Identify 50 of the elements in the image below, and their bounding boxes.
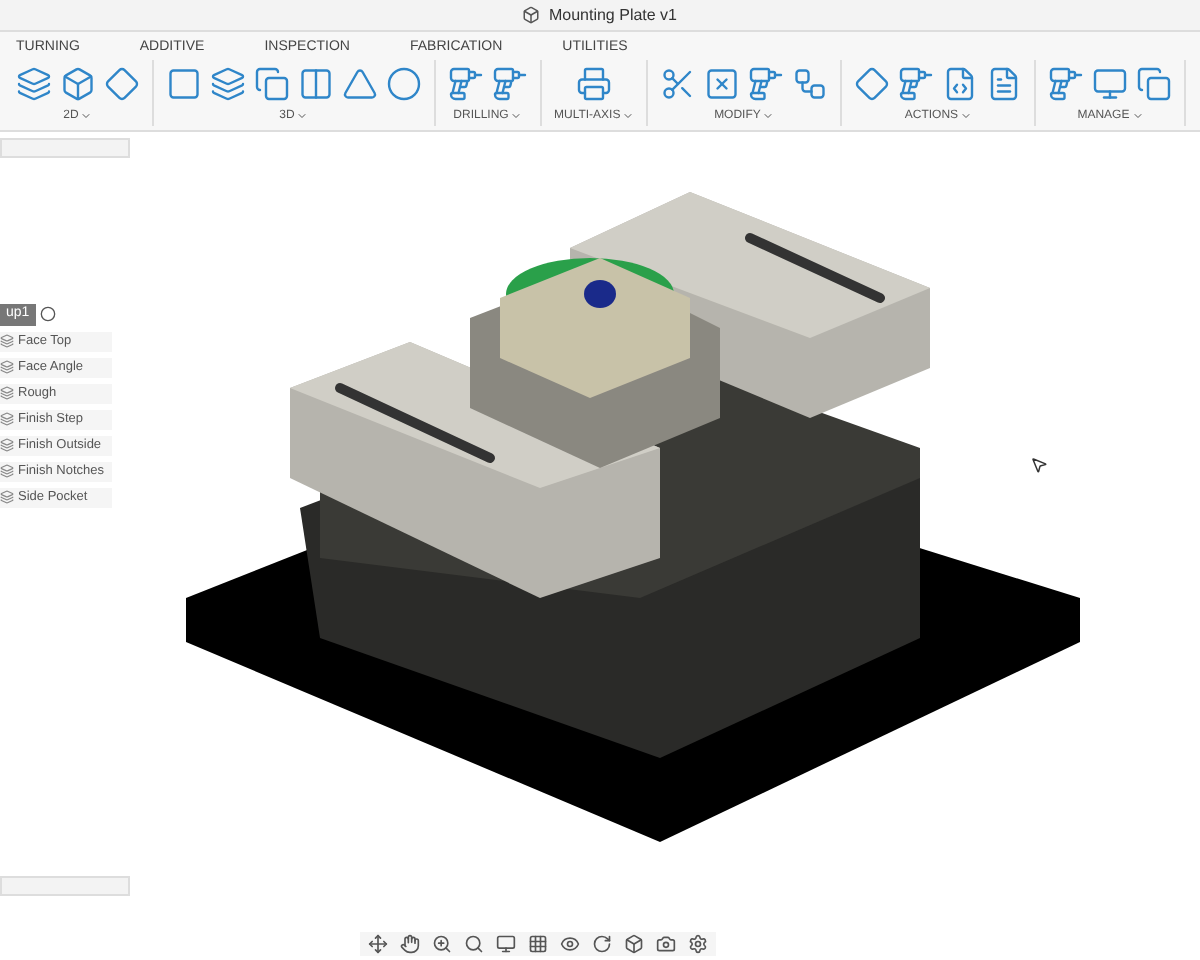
caret-icon [80, 110, 93, 122]
scissors-icon[interactable] [660, 65, 697, 101]
caret-icon [622, 110, 635, 122]
display-icon[interactable] [496, 934, 516, 954]
copy-icon[interactable] [254, 65, 290, 101]
drill-icon[interactable] [448, 65, 484, 101]
grid-icon[interactable] [528, 934, 548, 954]
copy-icon[interactable] [1136, 65, 1173, 101]
diamond-icon[interactable] [854, 65, 891, 101]
drill-icon[interactable] [898, 65, 935, 101]
operation-icon [0, 386, 14, 400]
operation-icon [0, 438, 14, 452]
triangle-icon[interactable] [342, 65, 378, 101]
caret-icon [762, 110, 775, 122]
operation-icon [0, 412, 14, 426]
zoom-icon[interactable] [432, 934, 452, 954]
circle-icon[interactable] [386, 65, 422, 101]
caret-icon [296, 110, 309, 122]
box-icon[interactable] [624, 934, 644, 954]
drill-icon[interactable] [492, 65, 528, 101]
caret-icon [510, 110, 523, 122]
diamond-icon[interactable] [104, 65, 140, 101]
square-icon[interactable] [166, 65, 202, 101]
operation-icon [0, 360, 14, 374]
code-file-icon[interactable] [942, 65, 979, 101]
settings-icon[interactable] [688, 934, 708, 954]
layers-icon[interactable] [16, 65, 52, 101]
camera-icon[interactable] [656, 934, 676, 954]
drill-icon[interactable] [748, 65, 785, 101]
rotate-icon[interactable] [592, 934, 612, 954]
operation-icon [0, 334, 14, 348]
monitor-icon[interactable] [1092, 65, 1129, 101]
search-icon[interactable] [464, 934, 484, 954]
cursor-icon [1030, 456, 1048, 474]
move-icon[interactable] [368, 934, 388, 954]
delete-icon[interactable] [704, 65, 741, 101]
operation-icon [0, 490, 14, 504]
printer-icon[interactable] [576, 65, 613, 101]
nodes-icon[interactable] [792, 65, 829, 101]
caret-icon [960, 110, 973, 122]
hand-icon[interactable] [400, 934, 420, 954]
operation-icon [0, 464, 14, 478]
drill-icon[interactable] [1048, 65, 1085, 101]
caret-icon [1131, 110, 1144, 122]
eye-icon[interactable] [560, 934, 580, 954]
radio-icon[interactable] [39, 306, 56, 323]
window-title: Mounting Plate v1 [548, 3, 678, 27]
box-icon[interactable] [60, 65, 96, 101]
layers-icon[interactable] [210, 65, 246, 101]
columns-icon[interactable] [298, 65, 334, 101]
